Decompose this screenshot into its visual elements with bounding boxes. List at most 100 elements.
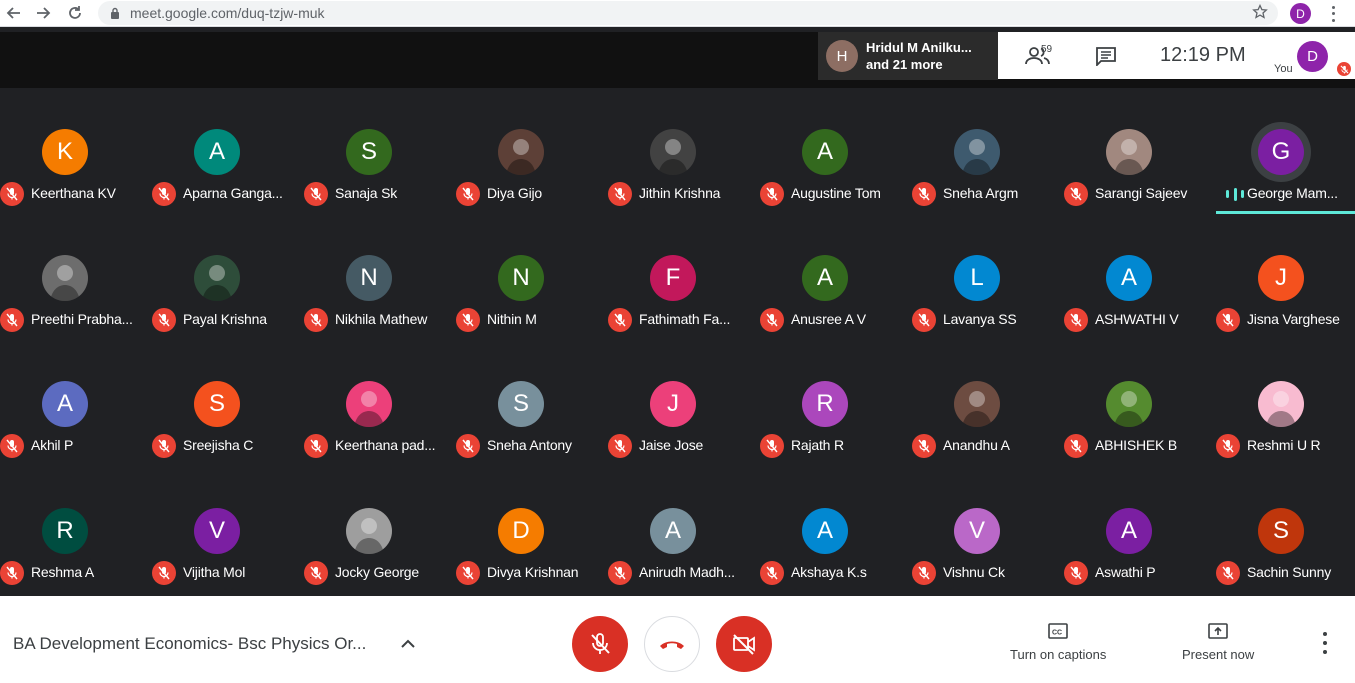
participant-name: Jaise Jose (639, 437, 704, 453)
back-arrow-icon[interactable] (2, 1, 26, 25)
participant-tile[interactable]: Preethi Prabha... (0, 214, 152, 340)
mic-toggle-button[interactable] (572, 616, 628, 672)
participant-tile[interactable]: A Aswathi P (1064, 467, 1216, 593)
mic-off-icon (591, 633, 610, 654)
mic-off-icon (912, 434, 936, 458)
participant-photo (1258, 381, 1304, 427)
participant-avatar: A (802, 508, 848, 554)
participant-avatar: A (802, 255, 848, 301)
active-speakers-chip[interactable]: H Hridul M Anilku... and 21 more (818, 32, 998, 80)
participant-name: Jocky George (335, 564, 419, 580)
participant-tile[interactable]: Reshmi U R (1216, 340, 1355, 466)
participant-name: Diya Gijo (487, 185, 542, 201)
participant-tile[interactable]: Diya Gijo (456, 88, 608, 214)
chat-icon[interactable] (1092, 42, 1120, 70)
mic-off-icon (304, 308, 328, 332)
participant-name: Fathimath Fa... (639, 311, 731, 327)
participant-name: Anusree A V (791, 311, 866, 327)
participant-name: Augustine Tom (791, 185, 881, 201)
participant-name: Preethi Prabha... (31, 311, 133, 327)
meeting-clock: 12:19 PM (1160, 44, 1246, 66)
participant-tile[interactable]: N Nithin M (456, 214, 608, 340)
participant-avatar: J (650, 381, 696, 427)
participant-tile[interactable]: Jocky George (304, 467, 456, 593)
participant-avatar: S (346, 129, 392, 175)
participant-avatar: A (650, 508, 696, 554)
participant-tile[interactable]: S Sanaja Sk (304, 88, 456, 214)
camera-off-icon (733, 634, 755, 655)
self-avatar: D (1297, 41, 1328, 72)
participant-tile[interactable]: ABHISHEK B (1064, 340, 1216, 466)
participant-tile[interactable]: A Akhil P (0, 340, 152, 466)
participant-tile[interactable]: R Rajath R (760, 340, 912, 466)
participant-tile[interactable]: V Vishnu Ck (912, 467, 1064, 593)
participant-tile[interactable]: J Jaise Jose (608, 340, 760, 466)
browser-profile-avatar[interactable]: D (1290, 3, 1311, 24)
participant-tile[interactable]: S Sneha Antony (456, 340, 608, 466)
participant-tile[interactable]: Sneha Argm (912, 88, 1064, 214)
participant-tile[interactable]: L Lavanya SS (912, 214, 1064, 340)
participant-tile[interactable]: S Sreejisha C (152, 340, 304, 466)
participant-name: Keerthana KV (31, 185, 116, 201)
participant-name: Divya Krishnan (487, 564, 579, 580)
participant-grid: K Keerthana KV A Aparna Ganga... S Sanaja Sk D… (0, 88, 1355, 596)
participant-tile[interactable]: D Divya Krishnan (456, 467, 608, 593)
speaker-more: and 21 more (866, 57, 943, 72)
participant-avatar: A (194, 129, 240, 175)
address-bar[interactable]: meet.google.com/duq-tzjw-muk (98, 1, 1278, 25)
participant-name: Akhil P (31, 437, 74, 453)
participant-tile[interactable]: A Anirudh Madh... (608, 467, 760, 593)
participant-tile[interactable]: A Akshaya K.s (760, 467, 912, 593)
participant-tile[interactable]: Anandhu A (912, 340, 1064, 466)
participant-avatar: R (802, 381, 848, 427)
participant-tile[interactable]: F Fathimath Fa... (608, 214, 760, 340)
mic-off-icon (152, 308, 176, 332)
participant-name: Sneha Argm (943, 185, 1019, 201)
participant-tile[interactable]: R Reshma A (0, 467, 152, 593)
participant-photo (954, 381, 1000, 427)
chevron-up-icon[interactable] (398, 634, 418, 654)
participant-tile[interactable]: V Vijitha Mol (152, 467, 304, 593)
mic-off-icon (1064, 182, 1088, 206)
participant-tile[interactable]: A ASHWATHI V (1064, 214, 1216, 340)
meeting-title[interactable]: BA Development Economics- Bsc Physics Or… (13, 634, 366, 654)
mic-off-icon (912, 561, 936, 585)
mic-off-icon (760, 434, 784, 458)
participant-name: Akshaya K.s (791, 564, 867, 580)
participant-avatar: A (1106, 508, 1152, 554)
participant-name: Aparna Ganga... (183, 185, 283, 201)
hang-up-icon (660, 641, 684, 649)
participant-tile[interactable]: Keerthana pad... (304, 340, 456, 466)
participant-name: Reshmi U R (1247, 437, 1321, 453)
participant-tile[interactable]: Sarangi Sajeev (1064, 88, 1216, 214)
participant-tile[interactable]: S Sachin Sunny (1216, 467, 1355, 593)
participant-tile[interactable]: G George Mam... (1216, 88, 1355, 214)
participant-avatar: G (1258, 129, 1304, 175)
participant-tile[interactable]: A Augustine Tom (760, 88, 912, 214)
participant-name: Sneha Antony (487, 437, 572, 453)
present-label: Present now (1182, 647, 1255, 662)
participant-tile[interactable]: Payal Krishna (152, 214, 304, 340)
camera-toggle-button[interactable] (716, 616, 772, 672)
reload-icon[interactable] (63, 1, 87, 25)
participant-tile[interactable]: J Jisna Varghese (1216, 214, 1355, 340)
participant-avatar: V (194, 508, 240, 554)
present-button[interactable]: Present now (1182, 622, 1254, 662)
bookmark-star-icon[interactable] (1252, 3, 1268, 25)
closed-captions-icon: CC (1048, 623, 1068, 639)
participant-tile[interactable]: A Anusree A V (760, 214, 912, 340)
participant-tile[interactable]: A Aparna Ganga... (152, 88, 304, 214)
mic-off-icon (1216, 434, 1240, 458)
participant-tile[interactable]: N Nikhila Mathew (304, 214, 456, 340)
participant-name: ASHWATHI V (1095, 311, 1179, 327)
leave-call-button[interactable] (644, 616, 700, 672)
captions-button[interactable]: CC Turn on captions (1010, 622, 1106, 662)
participant-tile[interactable]: Jithin Krishna (608, 88, 760, 214)
mic-off-icon (456, 182, 480, 206)
mic-off-icon (760, 182, 784, 206)
participant-name: Vijitha Mol (183, 564, 246, 580)
more-options-icon[interactable] (1316, 632, 1334, 654)
browser-menu-icon[interactable] (1324, 4, 1342, 24)
forward-arrow-icon[interactable] (31, 1, 55, 25)
participant-tile[interactable]: K Keerthana KV (0, 88, 152, 214)
